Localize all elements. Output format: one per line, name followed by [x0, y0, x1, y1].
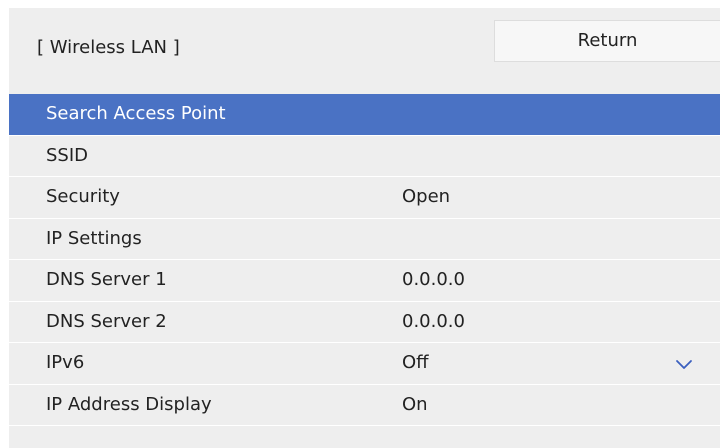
page-title: [ Wireless LAN ] — [37, 37, 180, 58]
menu-header: [ Wireless LAN ] Return — [9, 8, 720, 94]
menu-item-value: Open — [402, 186, 451, 207]
menu-item-label: IP Address Display — [46, 393, 212, 415]
menu-item-dns-server-1[interactable]: DNS Server 1 0.0.0.0 — [9, 260, 720, 302]
menu-item-ip-settings[interactable]: IP Settings — [9, 218, 720, 260]
return-button[interactable]: Return — [494, 20, 720, 62]
menu-footer — [9, 427, 720, 448]
wireless-lan-menu: [ Wireless LAN ] Return Search Access Po… — [9, 8, 720, 448]
menu-item-value: On — [402, 393, 428, 415]
chevron-down-icon[interactable] — [675, 355, 693, 373]
menu-item-value: 0.0.0.0 — [402, 269, 465, 290]
menu-item-dns-server-2[interactable]: DNS Server 2 0.0.0.0 — [9, 301, 720, 343]
settings-list: Search Access Point SSID Security Open I… — [9, 94, 720, 426]
menu-item-label: Security — [46, 186, 120, 207]
menu-item-label: IPv6 — [46, 352, 85, 373]
menu-item-ssid[interactable]: SSID — [9, 135, 720, 177]
menu-item-label: IP Settings — [46, 227, 142, 249]
menu-item-label: Search Access Point — [46, 103, 226, 124]
menu-item-label: SSID — [46, 144, 89, 166]
menu-item-ipv6[interactable]: IPv6 Off — [9, 343, 720, 385]
menu-item-label: DNS Server 2 — [46, 310, 167, 332]
menu-item-search-access-point[interactable]: Search Access Point — [9, 94, 720, 136]
menu-item-value: 0.0.0.0 — [402, 310, 465, 332]
menu-item-ip-address-display[interactable]: IP Address Display On — [9, 384, 720, 426]
menu-item-value: Off — [402, 352, 429, 373]
menu-item-label: DNS Server 1 — [46, 269, 167, 290]
menu-item-security[interactable]: Security Open — [9, 177, 720, 219]
